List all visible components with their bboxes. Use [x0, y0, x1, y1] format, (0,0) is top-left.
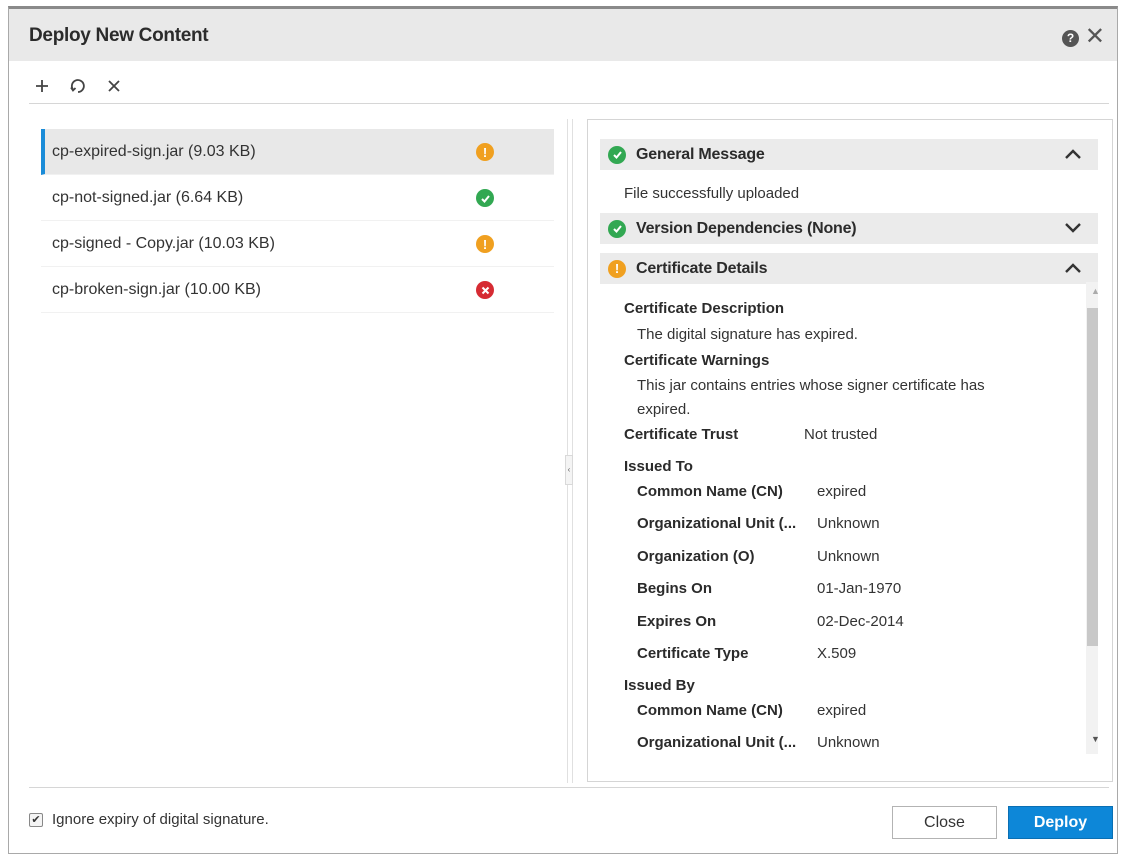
version-dependencies-header[interactable]: Version Dependencies (None) [600, 213, 1098, 244]
scroll-down-arrow[interactable]: ▼ [1091, 734, 1098, 744]
cert-trust-label: Certificate Trust [624, 426, 739, 443]
scroll-thumb[interactable] [1087, 308, 1098, 646]
toolbar [31, 71, 125, 101]
file-list-item[interactable]: cp-not-signed.jar (6.64 KB) [41, 175, 554, 221]
plus-icon[interactable] [31, 75, 53, 97]
cert-field-label: Organizational Unit (... [637, 515, 797, 533]
divider [29, 787, 1109, 788]
cert-field-label: Common Name (CN) [637, 702, 783, 719]
section-title: Certificate Details [636, 259, 768, 277]
chevron-up-icon[interactable] [1064, 145, 1082, 168]
cert-field-value: expired [817, 483, 867, 500]
cert-field-label: Common Name (CN) [637, 483, 783, 500]
ignore-expiry-label: Ignore expiry of digital signature. [52, 811, 269, 828]
general-message-header[interactable]: General Message [600, 139, 1098, 170]
help-icon[interactable]: ? [1062, 30, 1079, 47]
file-list-item[interactable]: cp-expired-sign.jar (9.03 KB)! [41, 129, 554, 175]
file-name: cp-not-signed.jar (6.64 KB) [52, 188, 244, 206]
cert-field-value: X.509 [817, 645, 857, 662]
checkbox-box[interactable]: ✔ [29, 812, 43, 827]
deploy-button[interactable]: Deploy [1008, 806, 1113, 839]
refresh-icon[interactable] [67, 75, 89, 97]
cert-trust-value: Not trusted [804, 426, 878, 443]
close-icon[interactable]: ✕ [1085, 24, 1105, 50]
file-status: ! [476, 143, 494, 161]
file-status [476, 281, 494, 299]
cert-description-label: Certificate Description [624, 300, 785, 317]
warning-icon: ! [476, 143, 494, 161]
section-title: Version Dependencies (None) [636, 219, 857, 237]
cert-field-value: expired [817, 702, 867, 719]
warning-icon: ! [476, 235, 494, 253]
cert-field-value: Unknown [817, 515, 880, 533]
success-icon [608, 219, 626, 238]
cert-field-label: Certificate Type [637, 645, 749, 662]
file-list-item[interactable]: cp-broken-sign.jar (10.00 KB) [41, 267, 554, 313]
file-name: cp-expired-sign.jar (9.03 KB) [52, 142, 256, 160]
scroll-up-arrow[interactable]: ▲ [1091, 286, 1098, 296]
cert-field-value: Unknown [817, 547, 880, 565]
file-name: cp-broken-sign.jar (10.00 KB) [52, 280, 261, 298]
cert-description-text: The digital signature has expired. [637, 326, 858, 343]
cert-field-label: Begins On [637, 580, 713, 598]
file-status [476, 189, 494, 207]
certificate-details-body: Certificate Description The digital sign… [600, 280, 1098, 758]
details-scrollbar[interactable]: ▲ ▼ [1086, 282, 1098, 754]
warning-icon: ! [608, 259, 626, 278]
dialog-title: Deploy New Content [29, 25, 209, 46]
section-title: General Message [636, 145, 765, 163]
pane-splitter[interactable] [567, 119, 573, 783]
chevron-up-icon[interactable] [1064, 259, 1082, 282]
divider [29, 103, 1109, 104]
ignore-expiry-checkbox[interactable]: ✔ Ignore expiry of digital signature. [29, 811, 269, 828]
cert-field-label: Expires On [637, 612, 717, 630]
splitter-handle[interactable]: ‹ [565, 455, 573, 485]
close-button[interactable]: Close [892, 806, 997, 839]
file-list-item[interactable]: cp-signed - Copy.jar (10.03 KB)! [41, 221, 554, 267]
remove-icon[interactable] [103, 75, 125, 97]
general-message-text: File successfully uploaded [624, 185, 800, 202]
dialog-titlebar: Deploy New Content ? ✕ [9, 9, 1117, 61]
file-status: ! [476, 235, 494, 253]
success-icon [476, 189, 494, 207]
issued-to-label: Issued To [624, 458, 693, 475]
cert-warnings-text: expired. [637, 401, 691, 418]
deploy-dialog: Deploy New Content ? ✕ cp-expired-sign.j… [8, 6, 1118, 854]
cert-field-value: 02-Dec-2014 [817, 612, 904, 630]
cert-field-value: Unknown [817, 734, 880, 752]
cert-field-label: Organizational Unit (... [637, 734, 797, 752]
file-list: cp-expired-sign.jar (9.03 KB)! cp-not-sig… [41, 129, 554, 313]
error-icon [476, 281, 494, 299]
success-icon [608, 145, 626, 164]
chevron-down-icon[interactable] [1064, 219, 1082, 242]
cert-field-label: Organization (O) [637, 547, 755, 565]
cert-field-value: 01-Jan-1970 [817, 580, 902, 598]
cert-warnings-label: Certificate Warnings [624, 352, 770, 369]
file-name: cp-signed - Copy.jar (10.03 KB) [52, 234, 275, 252]
cert-warnings-text: This jar contains entries whose signer c… [637, 377, 985, 394]
details-panel: General Message File successfully upload… [587, 119, 1113, 782]
issued-by-label: Issued By [624, 677, 695, 694]
